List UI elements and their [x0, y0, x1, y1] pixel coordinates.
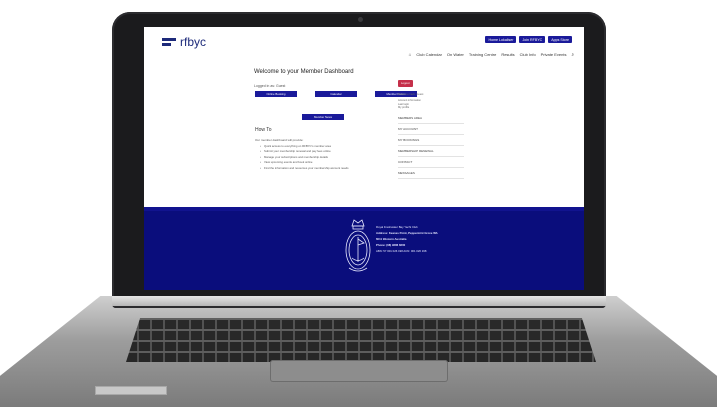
how-to-intro: Our member dashboard will provide:	[255, 138, 304, 142]
how-to-heading: How To	[255, 127, 272, 133]
sidebar-item-contact[interactable]: CONTACT	[398, 157, 464, 168]
sidebar-item-messages[interactable]: MESSAGES	[398, 168, 464, 179]
logout-button[interactable]: Logout	[398, 79, 413, 87]
search-icon[interactable]: ⌕	[571, 52, 574, 57]
top-button-3[interactable]: Apps Store	[548, 36, 572, 43]
nav-item-club-calendar[interactable]: Club Calendar	[416, 52, 442, 57]
site-logo[interactable]: rfbyc	[162, 35, 206, 49]
dashboard-buttons: Online Booking Calendar Member Forum	[255, 91, 417, 97]
sidebar-item-my-account[interactable]: MY ACCOUNT	[398, 124, 464, 135]
sidebar-menu: MEMBERS AREA MY ACCOUNT MY BOOKINGS MEMB…	[398, 113, 464, 179]
site-footer: Royal Freshwater Bay Yacht Club Address:…	[144, 207, 584, 290]
member-news-button[interactable]: Member News	[302, 114, 344, 120]
logo-text: rfbyc	[180, 35, 207, 49]
sidebar: Logout Welcome back, Guest Account infor…	[398, 71, 464, 179]
top-button-2[interactable]: Join RFBYC	[519, 36, 546, 43]
logged-in-text: Logged in as: Guest	[254, 84, 286, 88]
nav-item-private-events[interactable]: Private Events	[541, 52, 567, 57]
nav-item-training-centre[interactable]: Training Centre	[469, 52, 496, 57]
laptop-front-slot	[95, 386, 167, 395]
sidebar-user-line: Welcome back, Guest	[398, 93, 424, 96]
main-nav: ⌂ Club Calendar On Water Training Centre…	[409, 52, 574, 57]
laptop-screen: rfbyc Home Lokaliser Join RFBYC Apps Sto…	[144, 27, 584, 290]
top-button-1[interactable]: Home Lokaliser	[485, 36, 517, 43]
nav-item-results[interactable]: Results	[501, 52, 514, 57]
laptop-hinge	[112, 296, 606, 306]
club-crest-icon	[345, 219, 371, 272]
calendar-button[interactable]: Calendar	[315, 91, 357, 97]
list-item: Find the information and resources your …	[260, 166, 400, 172]
dashboard-buttons-row2: Member News	[302, 105, 344, 123]
laptop-trackpad	[270, 360, 448, 382]
sidebar-item-my-bookings[interactable]: MY BOOKINGS	[398, 135, 464, 146]
flag-icon	[162, 37, 176, 47]
page-title: Welcome to your Member Dashboard	[254, 69, 354, 75]
nav-item-club-info[interactable]: Club Info	[520, 52, 536, 57]
footer-line: ABN: 57 001 026 198 ACN: 001 026 198	[376, 249, 427, 253]
footer-text: Royal Freshwater Bay Yacht Club Address:…	[376, 224, 486, 254]
sidebar-meta-line[interactable]: My profile	[398, 106, 464, 110]
home-icon[interactable]: ⌂	[409, 52, 412, 57]
online-booking-button[interactable]: Online Booking	[255, 91, 297, 97]
sidebar-meta: Account information Last login My profil…	[398, 99, 464, 110]
how-to-list: Quick access to everything on RFBYC's me…	[260, 144, 400, 171]
sidebar-item-members-area[interactable]: MEMBERS AREA	[398, 113, 464, 124]
nav-item-on-water[interactable]: On Water	[447, 52, 464, 57]
sidebar-item-membership-renewal[interactable]: MEMBERSHIP RENEWAL	[398, 146, 464, 157]
webcam-icon	[358, 17, 363, 22]
top-buttons: Home Lokaliser Join RFBYC Apps Store	[485, 36, 572, 43]
laptop-keyboard	[126, 318, 596, 362]
